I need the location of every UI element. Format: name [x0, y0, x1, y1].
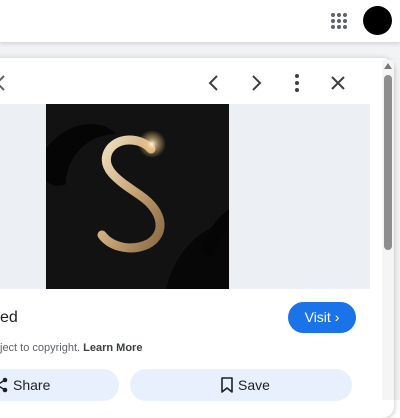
save-label: Save	[238, 377, 270, 393]
image-viewer-panel: ed Visit › ject to copyright. Learn More…	[0, 58, 394, 418]
back-arrow-icon[interactable]	[0, 74, 8, 92]
save-button[interactable]: Save	[130, 369, 352, 401]
learn-more-link[interactable]: Learn More	[83, 342, 142, 354]
scrollbar-thumb[interactable]	[384, 75, 392, 250]
image-preview-area	[0, 104, 370, 289]
scroll-up-arrow-icon[interactable]	[384, 63, 392, 69]
visit-button[interactable]: Visit ›	[288, 302, 356, 333]
gold-letter-s-logo	[46, 104, 229, 289]
scrollbar[interactable]	[382, 60, 394, 400]
chevron-right-small-icon: ›	[334, 309, 340, 325]
chevron-right-icon[interactable]	[243, 70, 269, 96]
more-vert-icon[interactable]	[284, 70, 310, 96]
copyright-text: ject to copyright.	[0, 342, 81, 354]
share-button[interactable]: Share	[0, 369, 119, 401]
preview-image[interactable]	[46, 104, 229, 289]
image-title: ed	[0, 309, 18, 326]
share-label: Share	[13, 377, 51, 393]
visit-label: Visit	[304, 309, 331, 325]
copyright-notice: ject to copyright. Learn More	[0, 342, 142, 354]
apps-grid-icon[interactable]	[327, 9, 351, 33]
account-avatar[interactable]	[363, 6, 392, 35]
chevron-left-icon[interactable]	[201, 70, 227, 96]
bookmark-icon	[221, 377, 233, 393]
close-icon[interactable]	[325, 70, 351, 96]
top-bar	[0, 0, 400, 43]
share-icon	[0, 377, 8, 393]
